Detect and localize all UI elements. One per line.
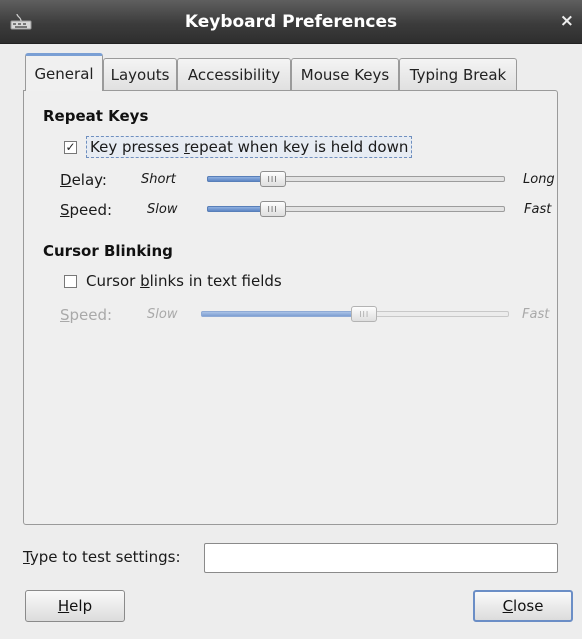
blink-speed-label: Speed:	[60, 306, 113, 324]
delay-slider[interactable]: III	[207, 171, 505, 187]
delay-max-label: Long	[523, 172, 555, 187]
repeat-keys-checkbox-label[interactable]: Key presses repeat when key is held down	[86, 136, 413, 158]
repeat-keys-heading: Repeat Keys	[43, 107, 149, 125]
slider-thumb: III	[351, 306, 378, 322]
tab-label: Accessibility	[187, 65, 281, 84]
repeat-speed-slider[interactable]: III	[207, 201, 505, 217]
blink-speed-slider: III	[201, 306, 509, 322]
blink-speed-min-label: Slow	[147, 307, 178, 322]
tab-label: General	[34, 64, 94, 83]
cursor-blink-checkbox[interactable]	[64, 274, 77, 288]
tab-label: Layouts	[110, 65, 170, 84]
delay-label: Delay:	[60, 171, 107, 189]
cursor-blinking-heading: Cursor Blinking	[43, 242, 173, 260]
tab-label: Mouse Keys	[300, 65, 390, 84]
repeat-speed-label: Speed:	[60, 201, 113, 219]
close-button[interactable]: Close	[473, 590, 573, 622]
repeat-speed-max-label: Fast	[524, 202, 552, 217]
blink-speed-max-label: Fast	[522, 307, 550, 322]
keyboard-icon	[10, 13, 32, 30]
test-settings-input[interactable]	[204, 543, 558, 573]
slider-thumb[interactable]: III	[259, 201, 286, 217]
help-button[interactable]: Help	[25, 590, 125, 622]
window-title: Keyboard Preferences	[184, 11, 398, 32]
tab-accessibility[interactable]: Accessibility	[177, 58, 291, 90]
repeat-keys-checkbox[interactable]: ✓	[64, 140, 77, 154]
title-bar: Keyboard Preferences ×	[0, 0, 582, 44]
tab-general[interactable]: General	[25, 53, 103, 91]
tab-typing-break[interactable]: Typing Break	[399, 58, 517, 90]
tab-layouts[interactable]: Layouts	[103, 58, 177, 90]
delay-min-label: Short	[141, 172, 176, 187]
repeat-keys-checkbox-row[interactable]: ✓ Key presses repeat when key is held do…	[64, 136, 413, 158]
test-settings-label: Type to test settings:	[23, 548, 181, 566]
repeat-speed-min-label: Slow	[147, 202, 178, 217]
slider-thumb[interactable]: III	[259, 171, 286, 187]
tab-label: Typing Break	[409, 65, 507, 84]
close-icon[interactable]: ×	[560, 11, 574, 31]
cursor-blink-checkbox-label[interactable]: Cursor blinks in text fields	[86, 272, 282, 290]
cursor-blink-checkbox-row[interactable]: Cursor blinks in text fields	[64, 272, 282, 290]
tab-mouse-keys[interactable]: Mouse Keys	[291, 58, 399, 90]
